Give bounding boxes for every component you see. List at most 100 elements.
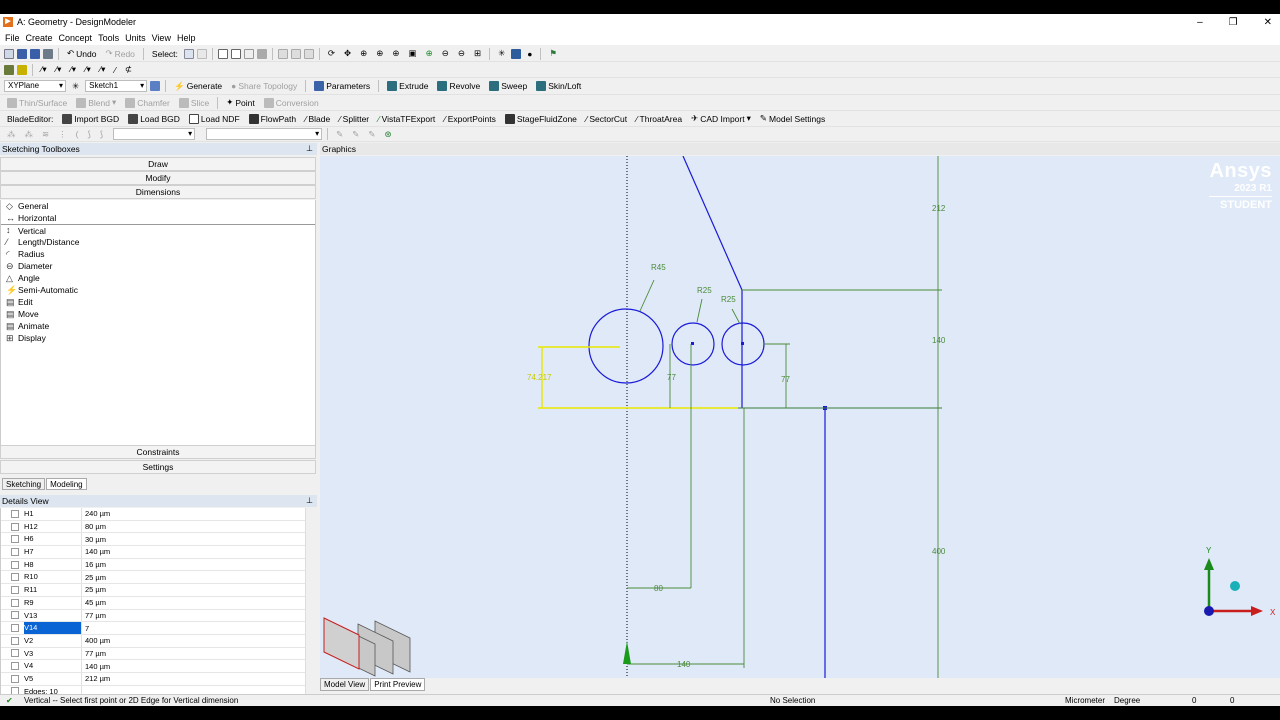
parameter-checkbox[interactable] bbox=[11, 624, 19, 633]
dimension-value[interactable]: 30 µm bbox=[82, 535, 106, 544]
pan-icon[interactable]: ✥ bbox=[341, 47, 354, 61]
isometric-icon[interactable]: ⊞ bbox=[471, 47, 484, 61]
dimension-value[interactable]: 77 µm bbox=[82, 649, 106, 658]
sweep-button[interactable]: Sweep bbox=[486, 79, 530, 93]
tool-angle[interactable]: △ Angle bbox=[1, 272, 315, 284]
dim-80-label[interactable]: 80 bbox=[654, 584, 663, 593]
parameter-checkbox[interactable] bbox=[11, 598, 19, 607]
dimension-value[interactable]: 16 µm bbox=[82, 560, 106, 569]
new-sketch-button[interactable] bbox=[150, 81, 161, 91]
details-scrollbar[interactable] bbox=[305, 508, 317, 694]
previous-view-icon[interactable]: ⊖ bbox=[439, 47, 452, 61]
dim-74-label[interactable]: 74.217 bbox=[527, 373, 552, 382]
edge-color-icon[interactable] bbox=[17, 64, 27, 75]
planes-thumbnail[interactable] bbox=[323, 617, 411, 677]
sketch-tool-1-icon[interactable]: ⁂ bbox=[4, 127, 19, 141]
dim-r45-label[interactable]: R45 bbox=[651, 263, 666, 272]
dimension-value[interactable]: 80 µm bbox=[82, 522, 106, 531]
parameter-checkbox[interactable] bbox=[11, 649, 19, 658]
exportpoints-button[interactable]: ⁄ ExportPoints bbox=[441, 112, 499, 126]
globe-icon[interactable]: ⊛ bbox=[382, 127, 395, 141]
plane-normal-icon[interactable]: ⁄▾ bbox=[53, 63, 65, 77]
selection-dropdown[interactable] bbox=[206, 128, 323, 140]
save-as-icon[interactable] bbox=[30, 48, 40, 59]
parameter-checkbox[interactable] bbox=[11, 611, 19, 620]
filter-dropdown[interactable] bbox=[113, 128, 196, 140]
parameter-checkbox[interactable] bbox=[11, 522, 19, 531]
magnifier-icon[interactable]: ⊕ bbox=[423, 47, 436, 61]
pin-icon[interactable]: ⊥ bbox=[306, 143, 313, 155]
pen-tool-icon[interactable]: ✎ bbox=[333, 127, 346, 141]
circle-r45[interactable] bbox=[588, 308, 664, 384]
details-row[interactable]: V4 140 µm bbox=[1, 660, 305, 673]
modify-toolbox-tab[interactable]: Modify bbox=[0, 171, 316, 185]
save-icon[interactable] bbox=[17, 48, 27, 59]
pen-tool-2-icon[interactable]: ✎ bbox=[349, 127, 362, 141]
new-sketch-icon[interactable]: ⁄▾ bbox=[82, 63, 94, 77]
tool-edit[interactable]: ▤ Edit bbox=[1, 296, 315, 308]
throatarea-button[interactable]: ⁄ ThroatArea bbox=[633, 112, 685, 126]
tab-print-preview[interactable]: Print Preview bbox=[370, 678, 426, 691]
revolve-button[interactable]: Revolve bbox=[434, 79, 483, 93]
dim-400-label[interactable]: 400 bbox=[932, 547, 946, 556]
draw-toolbox-tab[interactable]: Draw bbox=[0, 157, 316, 171]
sketch-tool-5-icon[interactable]: ( bbox=[73, 127, 82, 141]
face-color-icon[interactable] bbox=[4, 64, 14, 75]
model-settings-button[interactable]: ✎ Model Settings bbox=[757, 112, 828, 126]
tool-vertical[interactable]: ↕ Vertical bbox=[1, 224, 315, 236]
dimension-value[interactable]: 25 µm bbox=[82, 573, 106, 582]
flowpath-button[interactable]: FlowPath bbox=[246, 112, 299, 126]
dimension-value[interactable]: 77 µm bbox=[82, 611, 106, 620]
menu-units[interactable]: Units bbox=[125, 33, 146, 43]
parameter-checkbox[interactable] bbox=[11, 560, 19, 569]
close-button[interactable]: ✕ bbox=[1264, 17, 1272, 28]
tool-semi-automatic[interactable]: ⚡ Semi-Automatic bbox=[1, 284, 315, 296]
undo-button[interactable]: ↶ Undo bbox=[64, 47, 99, 61]
load-ndf-button[interactable]: Load NDF bbox=[186, 112, 243, 126]
zoom-fit-icon[interactable]: ⊕ bbox=[389, 47, 402, 61]
select-filter-icon[interactable] bbox=[196, 48, 207, 59]
dimension-value[interactable]: 212 µm bbox=[82, 674, 110, 683]
tool-length-distance[interactable]: ⁄ Length/Distance bbox=[1, 236, 315, 248]
minimize-button[interactable]: – bbox=[1197, 17, 1203, 28]
tab-modeling[interactable]: Modeling bbox=[46, 478, 87, 490]
help-icon[interactable]: ⚑ bbox=[546, 47, 560, 61]
sketch-dropdown[interactable]: Sketch1 bbox=[85, 80, 148, 92]
paint-select-icon[interactable] bbox=[303, 48, 314, 59]
generate-button[interactable]: ⚡ Generate bbox=[171, 79, 225, 93]
thin-surface-button[interactable]: Thin/Surface bbox=[4, 96, 70, 110]
redo-button[interactable]: ↷ Redo bbox=[102, 47, 137, 61]
screenshot-icon[interactable] bbox=[43, 48, 53, 59]
load-bgd-button[interactable]: Load BGD bbox=[125, 112, 183, 126]
parameter-checkbox[interactable] bbox=[11, 573, 19, 582]
details-row[interactable]: V5 212 µm bbox=[1, 672, 305, 686]
details-row[interactable]: V13 77 µm bbox=[1, 609, 305, 623]
dimensions-toolbox-tab[interactable]: Dimensions bbox=[0, 185, 316, 199]
sketch-tool-4-icon[interactable]: ⋮ bbox=[55, 127, 70, 141]
look-at-icon[interactable]: ⁄▾ bbox=[97, 63, 109, 77]
details-row[interactable]: R9 45 µm bbox=[1, 596, 305, 610]
vistatfexport-button[interactable]: ⁄ VistaTFExport bbox=[375, 112, 438, 126]
select-mode-icon[interactable] bbox=[183, 48, 194, 59]
dimension-value[interactable]: 240 µm bbox=[82, 509, 110, 518]
details-row[interactable]: V2 400 µm bbox=[1, 634, 305, 648]
details-row[interactable]: H1 240 µm bbox=[1, 508, 305, 521]
tool-general[interactable]: ◇ General bbox=[1, 200, 315, 212]
details-row[interactable]: H7 140 µm bbox=[1, 546, 305, 559]
plane-dropdown[interactable]: XYPlane bbox=[4, 80, 66, 92]
parameter-checkbox[interactable] bbox=[11, 509, 19, 518]
graphics-viewport[interactable]: 212 140 400 R45 R25 R25 77 77 80 140 74.… bbox=[320, 156, 1280, 678]
dimension-value[interactable]: 45 µm bbox=[82, 598, 106, 607]
point-button[interactable]: ✦ Point bbox=[223, 96, 258, 110]
details-row[interactable]: H6 30 µm bbox=[1, 533, 305, 547]
pen-tool-3-icon[interactable]: ✎ bbox=[365, 127, 378, 141]
tool-display[interactable]: ⊞ Display bbox=[1, 332, 315, 344]
parameter-checkbox[interactable] bbox=[11, 674, 19, 683]
dim-77-b-label[interactable]: 77 bbox=[781, 375, 790, 384]
box-select-icon[interactable] bbox=[290, 48, 301, 59]
dimension-value[interactable]: 140 µm bbox=[82, 547, 110, 556]
parameter-checkbox[interactable] bbox=[11, 636, 19, 645]
parameter-checkbox[interactable] bbox=[11, 535, 19, 544]
details-row[interactable]: H12 80 µm bbox=[1, 520, 305, 534]
new-icon[interactable] bbox=[4, 48, 14, 59]
